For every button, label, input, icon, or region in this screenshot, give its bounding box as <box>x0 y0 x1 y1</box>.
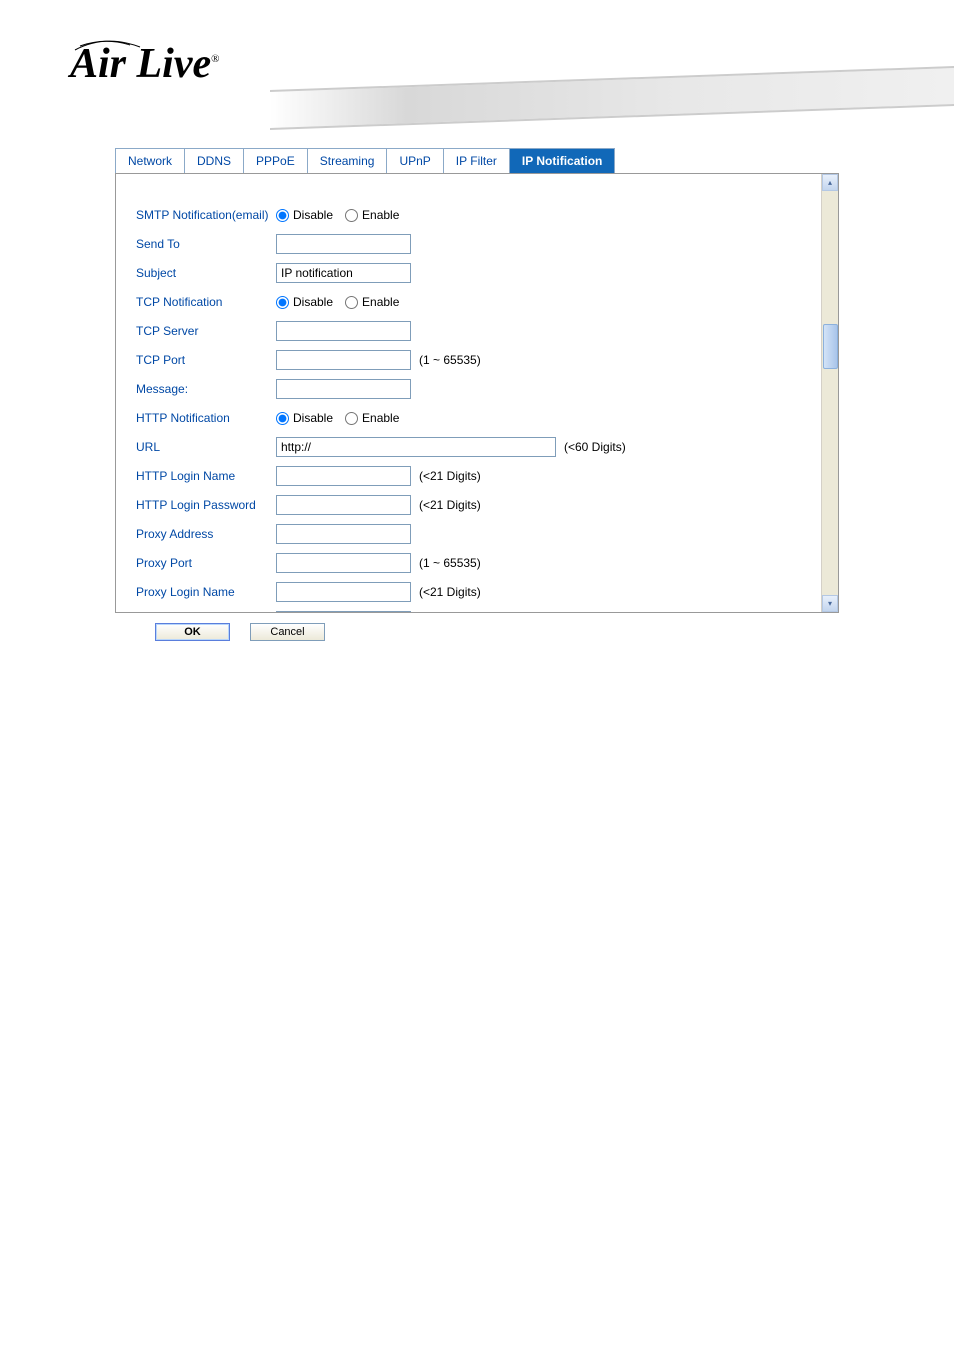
http-enable-label: Enable <box>362 411 399 425</box>
chevron-down-icon: ▾ <box>828 599 832 608</box>
brand-logo: Air Live® <box>70 40 220 88</box>
http-login-name-label: HTTP Login Name <box>136 469 276 483</box>
url-input[interactable] <box>276 437 556 457</box>
tcp-disable-label: Disable <box>293 295 333 309</box>
proxy-port-input[interactable] <box>276 553 411 573</box>
proxy-login-name-hint: (<21 Digits) <box>419 585 481 599</box>
scroll-down-button[interactable]: ▾ <box>822 595 838 612</box>
tcp-enable-radio[interactable] <box>345 296 358 309</box>
tcp-disable-radio[interactable] <box>276 296 289 309</box>
proxy-address-input[interactable] <box>276 524 411 544</box>
tcp-server-input[interactable] <box>276 321 411 341</box>
tab-upnp[interactable]: UPnP <box>386 148 443 173</box>
message-label: Message: <box>136 382 276 396</box>
tab-network[interactable]: Network <box>115 148 185 173</box>
proxy-login-name-label: Proxy Login Name <box>136 585 276 599</box>
tcp-enable-label: Enable <box>362 295 399 309</box>
http-login-password-hint: (<21 Digits) <box>419 498 481 512</box>
smtp-enable-radio[interactable] <box>345 209 358 222</box>
http-login-name-hint: (<21 Digits) <box>419 469 481 483</box>
send-to-label: Send To <box>136 237 276 251</box>
subject-label: Subject <box>136 266 276 280</box>
logo-arc-icon <box>70 32 145 52</box>
ok-button[interactable]: OK <box>155 623 230 641</box>
tcp-server-label: TCP Server <box>136 324 276 338</box>
tab-ip-notification[interactable]: IP Notification <box>509 148 615 173</box>
tab-pppoe[interactable]: PPPoE <box>243 148 308 173</box>
trademark-symbol: ® <box>211 53 219 65</box>
proxy-port-hint: (1 ~ 65535) <box>419 556 481 570</box>
tcp-port-input[interactable] <box>276 350 411 370</box>
http-login-name-input[interactable] <box>276 466 411 486</box>
url-label: URL <box>136 440 276 454</box>
tab-streaming[interactable]: Streaming <box>307 148 388 173</box>
http-enable-radio[interactable] <box>345 412 358 425</box>
http-notification-label: HTTP Notification <box>136 411 276 425</box>
smtp-disable-label: Disable <box>293 208 333 222</box>
content-frame: SMTP Notification(email) Disable Enable … <box>115 173 839 613</box>
smtp-disable-radio[interactable] <box>276 209 289 222</box>
url-hint: (<60 Digits) <box>564 440 626 454</box>
smtp-notification-label: SMTP Notification(email) <box>136 208 276 222</box>
send-to-input[interactable] <box>276 234 411 254</box>
chevron-up-icon: ▴ <box>828 178 832 187</box>
cancel-button[interactable]: Cancel <box>250 623 325 641</box>
tab-ddns[interactable]: DDNS <box>184 148 244 173</box>
scroll-up-button[interactable]: ▴ <box>822 174 838 191</box>
http-disable-label: Disable <box>293 411 333 425</box>
subject-input[interactable] <box>276 263 411 283</box>
scroll-thumb[interactable] <box>823 324 838 369</box>
http-login-password-input[interactable] <box>276 495 411 515</box>
http-login-password-label: HTTP Login Password <box>136 498 276 512</box>
tcp-port-hint: (1 ~ 65535) <box>419 353 481 367</box>
http-disable-radio[interactable] <box>276 412 289 425</box>
vertical-scrollbar[interactable]: ▴ ▾ <box>821 174 838 612</box>
tcp-port-label: TCP Port <box>136 353 276 367</box>
proxy-address-label: Proxy Address <box>136 527 276 541</box>
proxy-login-password-input[interactable] <box>276 611 411 613</box>
proxy-login-name-input[interactable] <box>276 582 411 602</box>
message-input[interactable] <box>276 379 411 399</box>
proxy-port-label: Proxy Port <box>136 556 276 570</box>
tab-ip-filter[interactable]: IP Filter <box>443 148 510 173</box>
smtp-enable-label: Enable <box>362 208 399 222</box>
tab-bar: Network DDNS PPPoE Streaming UPnP IP Fil… <box>115 148 954 173</box>
tcp-notification-label: TCP Notification <box>136 295 276 309</box>
button-row: OK Cancel <box>155 623 954 641</box>
